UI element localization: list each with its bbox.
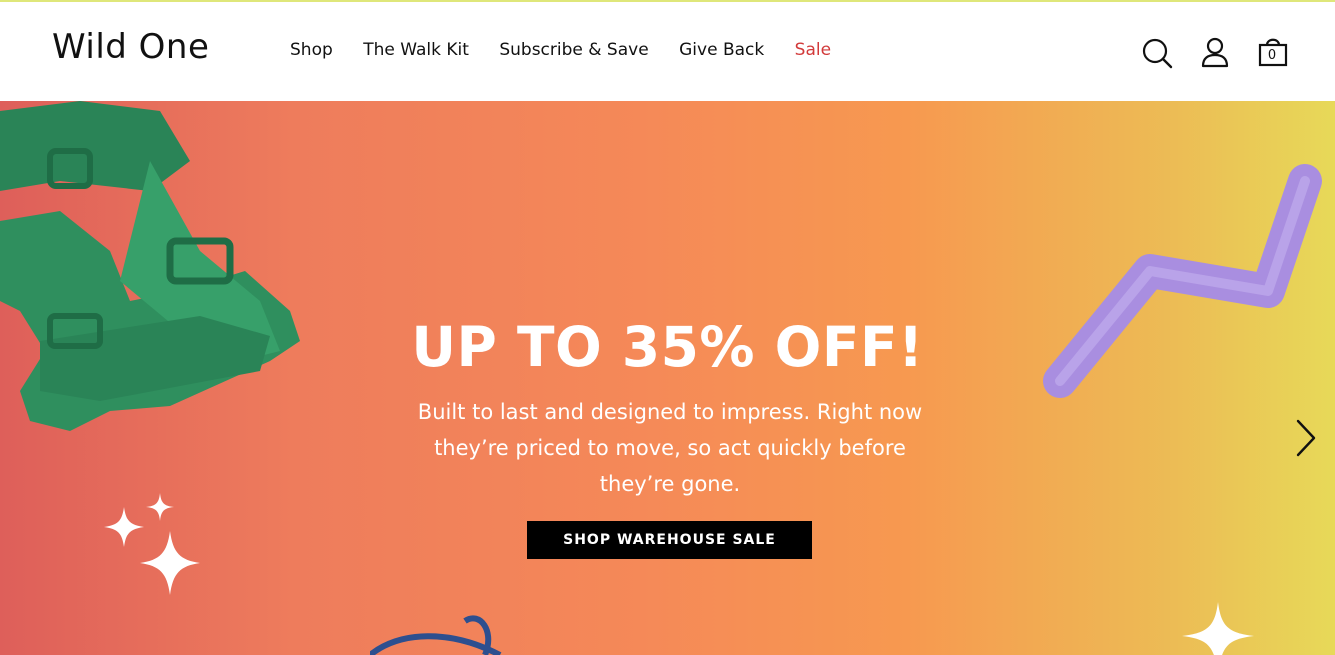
shop-warehouse-sale-button[interactable]: SHOP WAREHOUSE SALE [527, 521, 812, 559]
sparkle-small-icon [1182, 602, 1254, 655]
green-harness-image [0, 101, 300, 431]
nav-subscribe-save[interactable]: Subscribe & Save [499, 40, 648, 60]
sparkle-icon [104, 493, 200, 595]
nav-sale[interactable]: Sale [795, 40, 831, 60]
cart-count: 0 [1267, 48, 1277, 63]
nav-shop[interactable]: Shop [290, 40, 333, 60]
account-icon[interactable] [1198, 36, 1232, 70]
site-header: Wild One Shop The Walk Kit Subscribe & S… [0, 2, 1335, 101]
blue-leash-image [370, 615, 502, 655]
nav-walk-kit[interactable]: The Walk Kit [363, 40, 469, 60]
hero-subtext: Built to last and designed to impress. R… [417, 400, 923, 496]
cart-icon[interactable]: 0 [1257, 36, 1291, 70]
hero-headline: UP TO 35% OFF! [411, 315, 924, 379]
hero-banner: UP TO 35% OFF! Built to last and designe… [0, 101, 1335, 655]
main-nav: Shop The Walk Kit Subscribe & Save Give … [290, 40, 857, 60]
search-icon[interactable] [1140, 36, 1174, 70]
nav-give-back[interactable]: Give Back [679, 40, 764, 60]
site-logo[interactable]: Wild One [52, 27, 209, 67]
chevron-right-icon[interactable] [1290, 417, 1320, 459]
